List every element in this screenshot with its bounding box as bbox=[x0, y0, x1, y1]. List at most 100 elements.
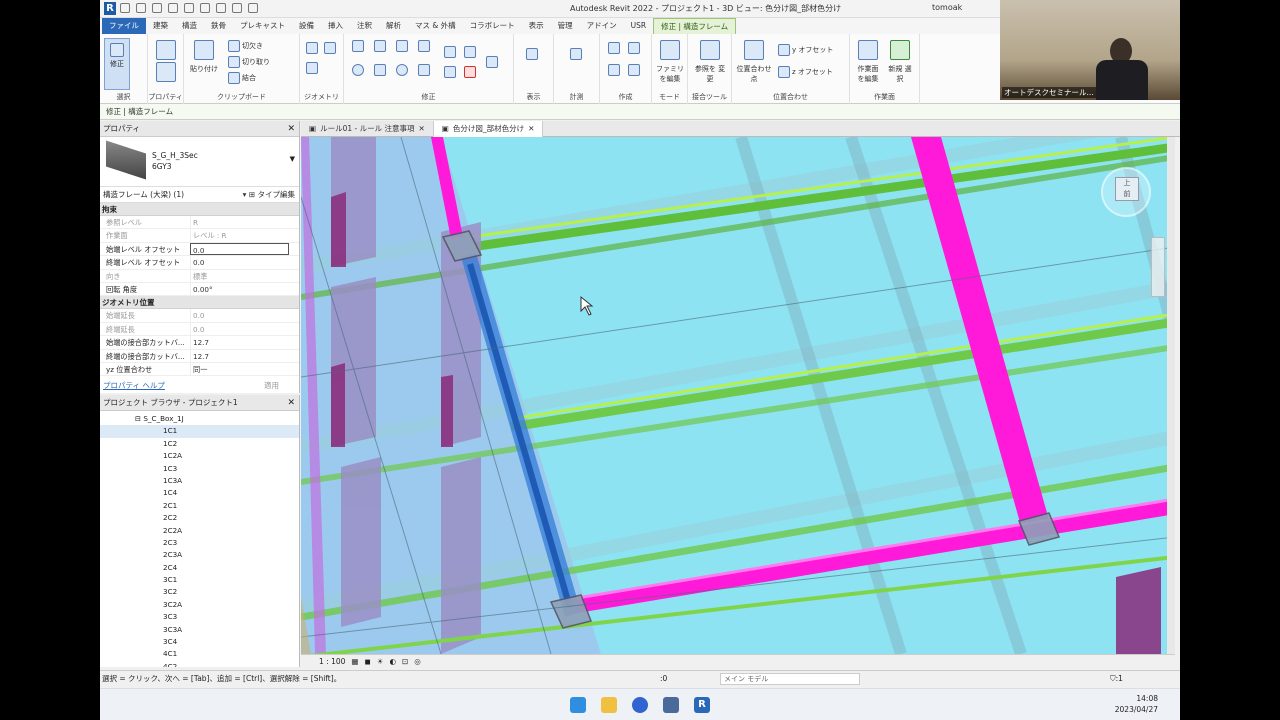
view-scale[interactable]: 1 : 100 bbox=[319, 655, 345, 667]
ribbon-tab[interactable]: 注釈 bbox=[350, 18, 379, 34]
ribbon-tab[interactable]: 挿入 bbox=[321, 18, 350, 34]
tree-item[interactable]: 3C2 bbox=[100, 586, 299, 598]
ribbon-tab[interactable]: 修正 | 構造フレーム bbox=[653, 18, 737, 34]
ribbon-tab[interactable]: 表示 bbox=[522, 18, 551, 34]
property-value[interactable]: 12.7 bbox=[190, 349, 299, 362]
zoom-icon[interactable] bbox=[632, 697, 648, 713]
rotate-icon[interactable] bbox=[396, 64, 408, 76]
model-selector[interactable]: メイン モデル bbox=[720, 673, 860, 685]
ribbon-tab[interactable]: プレキャスト bbox=[233, 18, 292, 34]
ribbon-tab[interactable]: 設備 bbox=[292, 18, 321, 34]
measure-tool-icon[interactable] bbox=[570, 48, 582, 60]
tree-item[interactable]: 1C2 bbox=[100, 438, 299, 450]
shadows-icon[interactable]: ◐ bbox=[389, 655, 396, 667]
create-parts-icon[interactable] bbox=[608, 42, 620, 54]
offset-icon[interactable] bbox=[374, 40, 386, 52]
viewcube-top-face[interactable]: 上 bbox=[1124, 179, 1131, 187]
user-name[interactable]: tomoak bbox=[932, 3, 962, 12]
property-value[interactable]: 0.0 bbox=[190, 256, 299, 269]
scale-icon[interactable] bbox=[444, 66, 456, 78]
revit-logo-icon[interactable]: R bbox=[104, 2, 116, 15]
tree-folder[interactable]: ⊟ S_C_Box_1J bbox=[100, 413, 299, 425]
tree-item[interactable]: 3C4 bbox=[100, 636, 299, 648]
ribbon-tab[interactable]: 構造 bbox=[175, 18, 204, 34]
delete-icon[interactable] bbox=[464, 66, 476, 78]
tree-item[interactable]: 3C2A bbox=[100, 599, 299, 611]
ribbon-tab[interactable]: ファイル bbox=[102, 18, 146, 34]
detail-level-icon[interactable]: ▦ bbox=[351, 655, 358, 667]
undo-icon[interactable] bbox=[168, 3, 178, 13]
edit-family-button[interactable]: ファミリ を編集 bbox=[656, 40, 684, 84]
ribbon-tab[interactable]: 管理 bbox=[551, 18, 580, 34]
tree-item[interactable]: 2C1 bbox=[100, 500, 299, 512]
trim-icon[interactable] bbox=[418, 64, 430, 76]
ribbon-tab[interactable]: コラボレート bbox=[463, 18, 522, 34]
viewcube[interactable]: 上前 bbox=[1101, 167, 1151, 217]
tree-item[interactable]: 1C4 bbox=[100, 487, 299, 499]
array-icon[interactable] bbox=[464, 46, 476, 58]
tree-item[interactable]: 1C1 bbox=[100, 425, 299, 438]
revit-taskbar-icon[interactable]: R bbox=[694, 697, 710, 713]
3d-view-icon[interactable] bbox=[248, 3, 258, 13]
tree-item[interactable]: 2C2 bbox=[100, 512, 299, 524]
properties-icon[interactable] bbox=[155, 40, 176, 60]
type-properties-icon[interactable] bbox=[155, 62, 176, 82]
crop-icon[interactable]: ⊡ bbox=[402, 655, 408, 667]
move-icon[interactable] bbox=[352, 64, 364, 76]
tree-item[interactable]: 3C3 bbox=[100, 611, 299, 623]
copy-icon[interactable] bbox=[374, 64, 386, 76]
ribbon-tab[interactable]: アドイン bbox=[580, 18, 624, 34]
paste-button[interactable]: 貼り付け bbox=[190, 40, 218, 74]
new-select-button[interactable]: 新規 選択 bbox=[886, 40, 914, 84]
cut-button[interactable]: 切欠き bbox=[228, 40, 263, 52]
z-offset-button[interactable]: z オフセット bbox=[778, 66, 833, 78]
property-value[interactable]: 同一 bbox=[190, 362, 299, 376]
tree-item[interactable]: 2C4 bbox=[100, 562, 299, 574]
visual-style-icon[interactable]: ◼ bbox=[364, 655, 370, 667]
apply-button[interactable]: 適用 bbox=[264, 380, 279, 391]
property-value[interactable]: 0.00° bbox=[190, 282, 299, 296]
text-icon[interactable] bbox=[232, 3, 242, 13]
properties-help-link[interactable]: プロパティ ヘルプ bbox=[103, 380, 165, 391]
property-group-header[interactable]: 拘束 bbox=[100, 203, 299, 216]
clock[interactable]: 14:08 2023/04/27 bbox=[1115, 693, 1158, 715]
print-icon[interactable] bbox=[200, 3, 210, 13]
property-value[interactable]: 0.0 bbox=[190, 242, 289, 256]
demolish-icon[interactable] bbox=[306, 62, 318, 74]
hide-isolate-icon[interactable]: ◎ bbox=[414, 655, 421, 667]
align-icon[interactable] bbox=[352, 40, 364, 52]
align-point-button[interactable]: 位置合わせ 点 bbox=[734, 40, 774, 84]
file-explorer-icon[interactable] bbox=[601, 697, 617, 713]
viewcube-front-face[interactable]: 前 bbox=[1124, 190, 1131, 198]
tree-item[interactable]: 2C3 bbox=[100, 537, 299, 549]
view-tab[interactable]: ▣ 色分け図_部材色分け ✕ bbox=[433, 121, 544, 137]
pin-icon[interactable] bbox=[486, 56, 498, 68]
chevron-down-icon[interactable]: ▼ bbox=[290, 155, 295, 163]
modify-button[interactable]: 修正 bbox=[104, 38, 130, 90]
measure-icon[interactable] bbox=[216, 3, 226, 13]
y-offset-button[interactable]: y オフセット bbox=[778, 44, 833, 56]
property-group-header[interactable]: ジオメトリ位置 bbox=[100, 296, 299, 310]
close-icon[interactable]: ✕ bbox=[528, 121, 534, 137]
split-icon[interactable] bbox=[444, 46, 456, 58]
close-icon[interactable]: ✕ bbox=[419, 121, 425, 137]
3d-viewport[interactable]: 上前 bbox=[301, 137, 1175, 654]
join-button[interactable]: 結合 bbox=[228, 72, 256, 84]
paint-icon[interactable] bbox=[306, 42, 318, 54]
app-icon[interactable] bbox=[663, 697, 679, 713]
ribbon-tab[interactable]: 鉄骨 bbox=[204, 18, 233, 34]
mirror-draw-icon[interactable] bbox=[418, 40, 430, 52]
close-icon[interactable]: ✕ bbox=[287, 121, 295, 137]
ribbon-tab[interactable]: 建築 bbox=[146, 18, 175, 34]
property-value[interactable]: 12.7 bbox=[190, 336, 299, 349]
hide-icon[interactable] bbox=[526, 48, 538, 60]
navigation-bar[interactable] bbox=[1151, 237, 1165, 297]
tree-item[interactable]: 1C3A bbox=[100, 475, 299, 487]
close-icon[interactable]: ✕ bbox=[287, 395, 295, 411]
view-tab[interactable]: ▣ ルール01 - ルール 注意事項 ✕ bbox=[301, 121, 434, 137]
ribbon-tab[interactable]: 解析 bbox=[379, 18, 408, 34]
tree-item[interactable]: 1C2A bbox=[100, 450, 299, 462]
instance-filter[interactable]: 構造フレーム (大梁) (1) ▾ ⊞ タイプ編集 bbox=[100, 187, 299, 203]
create-assembly-icon[interactable] bbox=[608, 64, 620, 76]
save-icon[interactable] bbox=[136, 3, 146, 13]
